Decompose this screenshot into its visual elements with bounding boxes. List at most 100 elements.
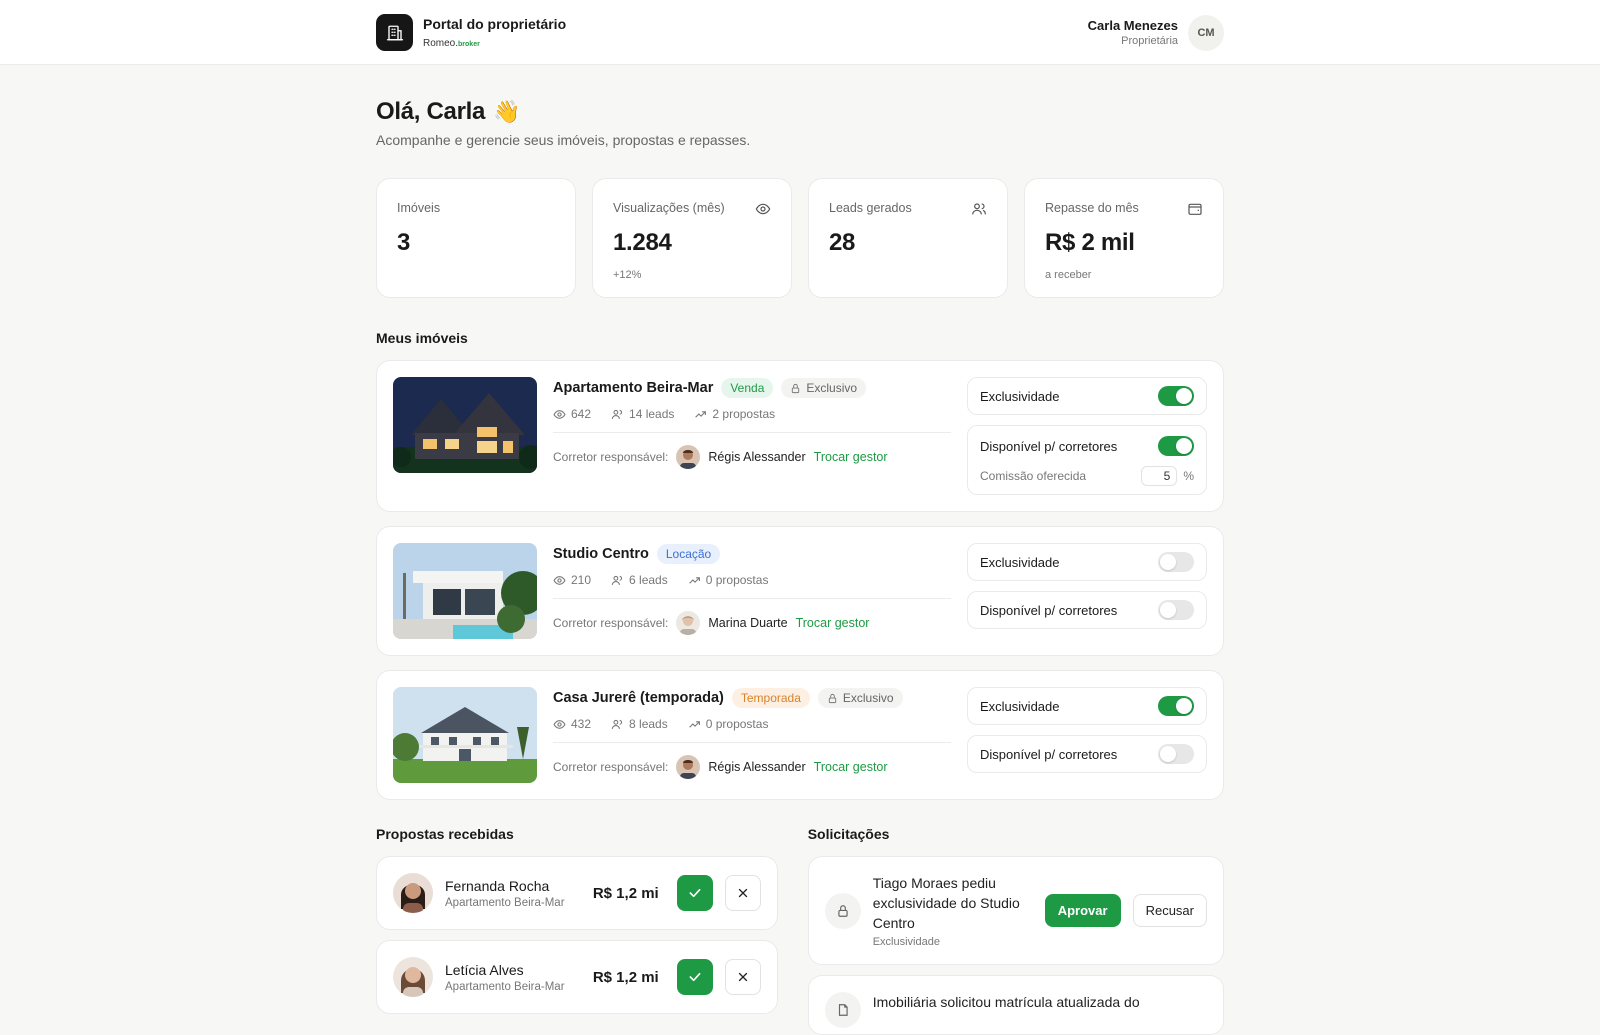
request-title: Tiago Moraes pediu exclusividade do Stud… [872,875,1020,931]
request-tag: Exclusividade [872,936,940,948]
broker-name: Régis Alessander [708,760,806,774]
property-name[interactable]: Apartamento Beira-Mar [553,380,713,396]
brand[interactable]: Portal do proprietário Romeo.broker [376,14,566,51]
broker-name: Marina Duarte [708,616,788,630]
availability-toggle-row: Disponível p/ corretores [967,591,1207,629]
lock-icon [828,693,837,703]
reject-offer-button[interactable] [724,875,761,911]
broker-row: Corretor responsável: Régis Alessander T… [553,755,951,779]
broker-avatar [676,611,701,635]
eye-icon [553,409,566,419]
users-icon [611,409,623,419]
lock-icon [824,892,861,929]
page-subtitle: Acompanhe e gerencie seus imóveis, propo… [376,132,751,148]
stat-card-leads: Leads gerados 28 [808,178,1008,298]
type-badge: Temporada [731,688,810,708]
swap-manager-link[interactable]: Trocar gestor [814,450,888,464]
avatar [393,957,433,997]
wallet-icon [1188,203,1202,215]
exclusive-badge: Exclusivo [781,378,867,398]
eye-icon [553,575,566,585]
refuse-button[interactable]: Recusar [1132,894,1207,927]
exclusivity-switch[interactable] [1158,552,1194,572]
request-title: Imobiliária solicitou matrícula atualiza… [872,994,1140,1010]
availability-toggle-row: Disponível p/ corretores [967,735,1207,773]
property-card: Casa Jurerê (temporada) Temporada Exclus… [376,670,1224,800]
property-card: Studio Centro Locação 210 6 leads 0 prop… [376,526,1224,656]
section-title-requests: Solicitações [807,826,890,842]
broker-row: Corretor responsável: Régis Alessander T… [553,445,951,469]
swap-manager-link[interactable]: Trocar gestor [796,616,870,630]
stats-row: Imóveis 3 Visualizações (mês) 1.284 +12%… [376,178,1224,298]
broker-avatar [676,755,701,779]
broker-name: Régis Alessander [708,450,806,464]
trend-icon [688,720,700,728]
exclusive-badge: Exclusivo [817,688,903,708]
offer-value: R$ 1,2 mi [592,884,659,902]
lock-icon [792,383,800,393]
offer-property: Apartamento Beira-Mar [445,896,565,909]
exclusivity-switch[interactable] [1158,696,1194,716]
avatar[interactable]: CM [1188,14,1224,51]
reject-offer-button[interactable] [724,959,761,995]
offer-name: Fernanda Rocha [445,877,550,894]
close-icon [738,888,747,898]
property-name[interactable]: Studio Centro [553,546,649,562]
commission-input[interactable]: 5 [1141,466,1178,486]
building-icon [376,14,413,51]
request-card: Tiago Moraes pediu exclusividade do Stud… [807,856,1224,965]
users-icon [611,719,623,729]
check-icon [689,888,701,898]
broker-avatar [676,445,701,469]
user-name: Carla Menezes [1087,18,1178,33]
exclusivity-toggle-row: Exclusividade [967,543,1207,581]
stat-card-views: Visualizações (mês) 1.284 +12% [592,178,792,298]
user-menu[interactable]: Carla Menezes Proprietária CM [1087,14,1224,51]
type-badge: Venda [721,378,774,398]
page-title: Olá, Carla 👋 [376,98,521,125]
offer-name: Letícia Alves [445,961,524,978]
section-title-offers: Propostas recebidas [376,826,514,842]
offer-value: R$ 1,2 mi [592,968,659,986]
avatar [393,873,433,913]
offer-row: Letícia Alves Apartamento Beira-Mar R$ 1… [376,940,778,1014]
property-photo[interactable] [393,687,537,783]
broker-row: Corretor responsável: Marina Duarte Troc… [553,611,951,635]
wave-emoji: 👋 [493,99,521,124]
exclusivity-switch[interactable] [1158,386,1194,406]
offer-property: Apartamento Beira-Mar [445,980,565,993]
swap-manager-link[interactable]: Trocar gestor [814,760,888,774]
document-icon [824,992,861,1028]
exclusivity-toggle-row: Exclusividade [967,377,1207,415]
eye-icon [553,719,566,729]
section-title-properties: Meus imóveis [376,330,468,346]
availability-switch[interactable] [1158,744,1194,764]
users-icon [972,203,986,215]
property-card: Apartamento Beira-Mar Venda Exclusivo 64… [376,360,1224,512]
availability-toggle-row: Disponível p/ corretores Comissão oferec… [967,425,1207,495]
property-name[interactable]: Casa Jurerê (temporada) [553,690,724,706]
accept-offer-button[interactable] [676,959,713,995]
availability-switch[interactable] [1158,600,1194,620]
brand-logo: Romeo.broker [423,38,480,49]
user-role: Proprietária [1121,35,1178,47]
trend-icon [688,576,700,584]
availability-switch[interactable] [1158,436,1194,456]
property-photo[interactable] [393,377,537,473]
offer-row: Fernanda Rocha Apartamento Beira-Mar R$ … [376,856,778,930]
check-icon [689,972,701,982]
accept-offer-button[interactable] [676,875,713,911]
property-metrics: 642 14 leads 2 propostas [553,407,951,421]
property-photo[interactable] [393,543,537,639]
property-metrics: 210 6 leads 0 propostas [553,573,951,587]
requests-column: Solicitações Tiago Moraes pediu exclusiv… [807,826,1224,1035]
top-bar: Portal do proprietário Romeo.broker Carl… [0,0,1600,65]
stat-card-payout: Repasse do mês R$ 2 mil a receber [1024,178,1224,298]
approve-button[interactable]: Aprovar [1044,894,1121,927]
request-card: Imobiliária solicitou matrícula atualiza… [807,975,1224,1035]
type-badge: Locação [656,544,721,564]
offers-column: Propostas recebidas Fernanda Rocha Apart… [376,826,778,1035]
close-icon [738,972,747,982]
users-icon [611,575,623,585]
exclusivity-toggle-row: Exclusividade [967,687,1207,725]
